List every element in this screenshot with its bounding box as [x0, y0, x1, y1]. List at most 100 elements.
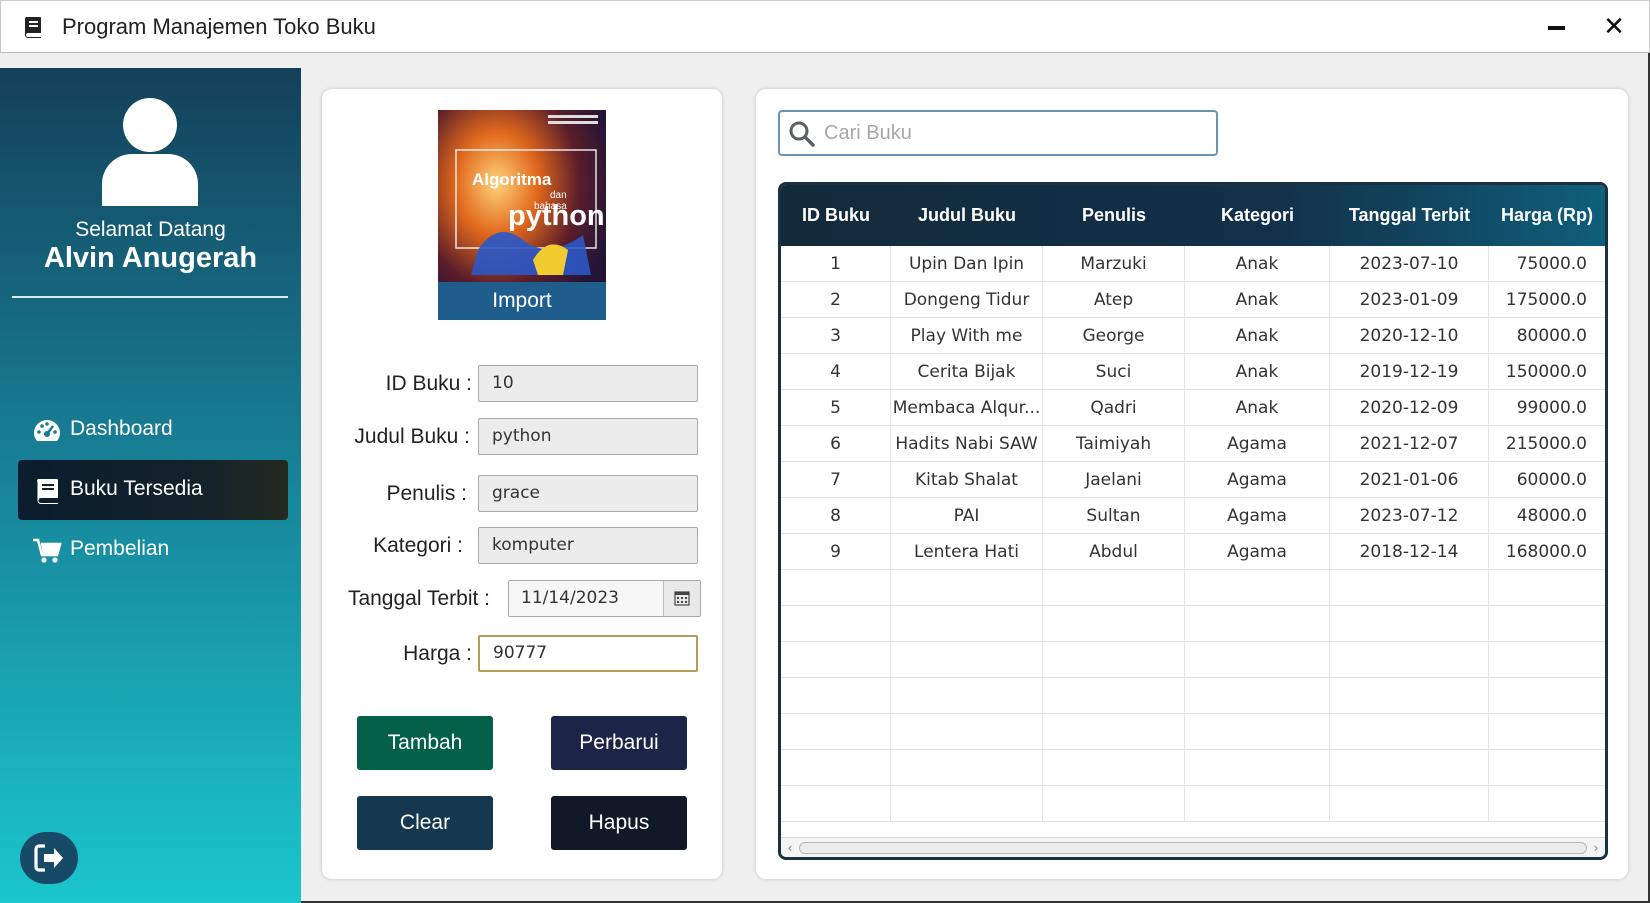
table-row	[781, 570, 1605, 606]
sidebar-item-buku-tersedia[interactable]: Buku Tersedia	[18, 460, 288, 520]
table-cell: 5	[781, 390, 891, 426]
table-cell	[1185, 570, 1330, 606]
column-header[interactable]: Penulis	[1043, 185, 1185, 246]
table-cell: 1	[781, 246, 891, 282]
close-button[interactable]: ✕	[1598, 11, 1630, 43]
tanggal-terbit-value[interactable]: 11/14/2023	[521, 581, 619, 616]
table-cell	[1185, 642, 1330, 678]
table-cell: 150000.0	[1505, 362, 1587, 382]
table-cell: Agama	[1185, 462, 1330, 498]
table-cell	[1330, 678, 1489, 714]
column-header[interactable]: Kategori	[1185, 185, 1330, 246]
table-cell	[1489, 570, 1605, 606]
sidebar-item-dashboard[interactable]: Dashboard	[18, 400, 288, 460]
table-cell: Agama	[1185, 426, 1330, 462]
calendar-button[interactable]	[663, 581, 700, 616]
id-buku-field[interactable]: 10	[478, 365, 698, 402]
table-cell: 2019-12-19	[1330, 354, 1489, 390]
table-row[interactable]: 3 Play With me George Anak 2020-12-10 80000.0	[781, 318, 1605, 354]
books-table: ID Buku Judul Buku Penulis Kategori Tanggal …	[778, 182, 1608, 860]
book-cover-image: Algoritma dan bahasa python Import	[438, 110, 606, 320]
table-cell: 7	[781, 462, 891, 498]
table-cell	[1330, 642, 1489, 678]
book-list-panel: ID BukuJudul BukuPenulisKategoriTanggal …	[756, 89, 1628, 879]
table-cell	[1043, 750, 1185, 786]
table-cell	[1043, 786, 1185, 822]
column-header[interactable]: Harga (Rp)	[1489, 185, 1605, 246]
table-row[interactable]: 8 PAI Sultan Agama 2023-07-12 48000.0	[781, 498, 1605, 534]
sidebar-item-pembelian[interactable]: Pembelian	[18, 520, 288, 580]
table-cell: Anak	[1185, 246, 1330, 282]
table-cell	[1043, 714, 1185, 750]
table-cell: Sultan	[1043, 498, 1185, 534]
table-cell: Hadits Nabi SAW	[891, 426, 1043, 462]
table-cell	[1185, 606, 1330, 642]
column-header[interactable]: ID Buku	[781, 185, 891, 246]
table-cell: Taimiyah	[1043, 426, 1185, 462]
table-cell: 48000.0	[1516, 506, 1587, 526]
horizontal-scrollbar[interactable]: ‹ ›	[781, 837, 1605, 857]
dashboard-icon	[34, 420, 60, 441]
table-row	[781, 678, 1605, 714]
table-cell	[1185, 750, 1330, 786]
scroll-thumb[interactable]	[799, 842, 1587, 854]
cart-icon	[33, 538, 62, 563]
hapus-button[interactable]: Hapus	[551, 796, 687, 850]
penulis-field[interactable]: grace	[478, 475, 698, 512]
column-header[interactable]: Judul Buku	[891, 185, 1043, 246]
table-cell	[891, 714, 1043, 750]
table-row[interactable]: 1 Upin Dan Ipin Marzuki Anak 2023-07-10 75000…	[781, 246, 1605, 282]
clear-button[interactable]: Clear	[357, 796, 493, 850]
kategori-field[interactable]: komputer	[478, 527, 698, 564]
search-box[interactable]	[778, 110, 1218, 156]
table-cell: 2021-12-07	[1330, 426, 1489, 462]
table-cell	[1489, 786, 1605, 822]
table-cell	[1489, 606, 1605, 642]
table-cell: 2023-07-10	[1330, 246, 1489, 282]
tambah-button[interactable]: Tambah	[357, 716, 493, 770]
scroll-left-arrow[interactable]: ‹	[783, 840, 797, 856]
search-input[interactable]	[824, 120, 1204, 146]
table-row[interactable]: 5 Membaca Alqur... Qadri Anak 2020-12-09 9900…	[781, 390, 1605, 426]
table-cell	[1043, 570, 1185, 606]
table-cell: Play With me	[891, 318, 1043, 354]
table-row[interactable]: 9 Lentera Hati Abdul Agama 2018-12-14 168000.…	[781, 534, 1605, 570]
table-cell	[1330, 570, 1489, 606]
table-cell: 8	[781, 498, 891, 534]
table-row[interactable]: 2 Dongeng Tidur Atep Anak 2023-01-09 175000.0	[781, 282, 1605, 318]
table-cell	[1185, 714, 1330, 750]
table-cell: Agama	[1185, 498, 1330, 534]
table-cell	[1330, 714, 1489, 750]
table-row	[781, 606, 1605, 642]
perbarui-button[interactable]: Perbarui	[551, 716, 687, 770]
table-cell: 2020-12-10	[1330, 318, 1489, 354]
table-cell: 80000.0	[1516, 326, 1587, 346]
table-cell	[891, 678, 1043, 714]
table-row[interactable]: 7 Kitab Shalat Jaelani Agama 2021-01-06 60000…	[781, 462, 1605, 498]
logout-button[interactable]	[20, 832, 78, 884]
harga-field[interactable]: 90777	[478, 635, 698, 672]
table-cell	[1489, 750, 1605, 786]
book-icon	[24, 17, 41, 38]
table-row[interactable]: 6 Hadits Nabi SAW Taimiyah Agama 2021-12-07 2…	[781, 426, 1605, 462]
table-cell	[1185, 786, 1330, 822]
book-icon	[37, 479, 58, 504]
table-cell: 2023-01-09	[1330, 282, 1489, 318]
minimize-button[interactable]	[1541, 11, 1571, 41]
table-cell	[1330, 606, 1489, 642]
table-cell	[1330, 786, 1489, 822]
column-header[interactable]: Tanggal Terbit	[1330, 185, 1489, 246]
user-avatar-icon	[102, 98, 198, 206]
table-cell: 2023-07-12	[1330, 498, 1489, 534]
tanggal-terbit-label: Tanggal Terbit :	[347, 587, 490, 610]
table-cell	[1043, 678, 1185, 714]
table-row[interactable]: 4 Cerita Bijak Suci Anak 2019-12-19 150000.0	[781, 354, 1605, 390]
import-button[interactable]: Import	[438, 282, 606, 320]
kategori-label: Kategori :	[373, 534, 463, 557]
scroll-right-arrow[interactable]: ›	[1589, 840, 1603, 856]
judul-buku-field[interactable]: python	[478, 418, 698, 455]
tanggal-terbit-picker[interactable]: 11/14/2023	[508, 580, 701, 617]
judul-buku-label: Judul Buku :	[354, 425, 470, 448]
sidebar-divider	[12, 296, 288, 298]
table-cell: 2020-12-09	[1330, 390, 1489, 426]
